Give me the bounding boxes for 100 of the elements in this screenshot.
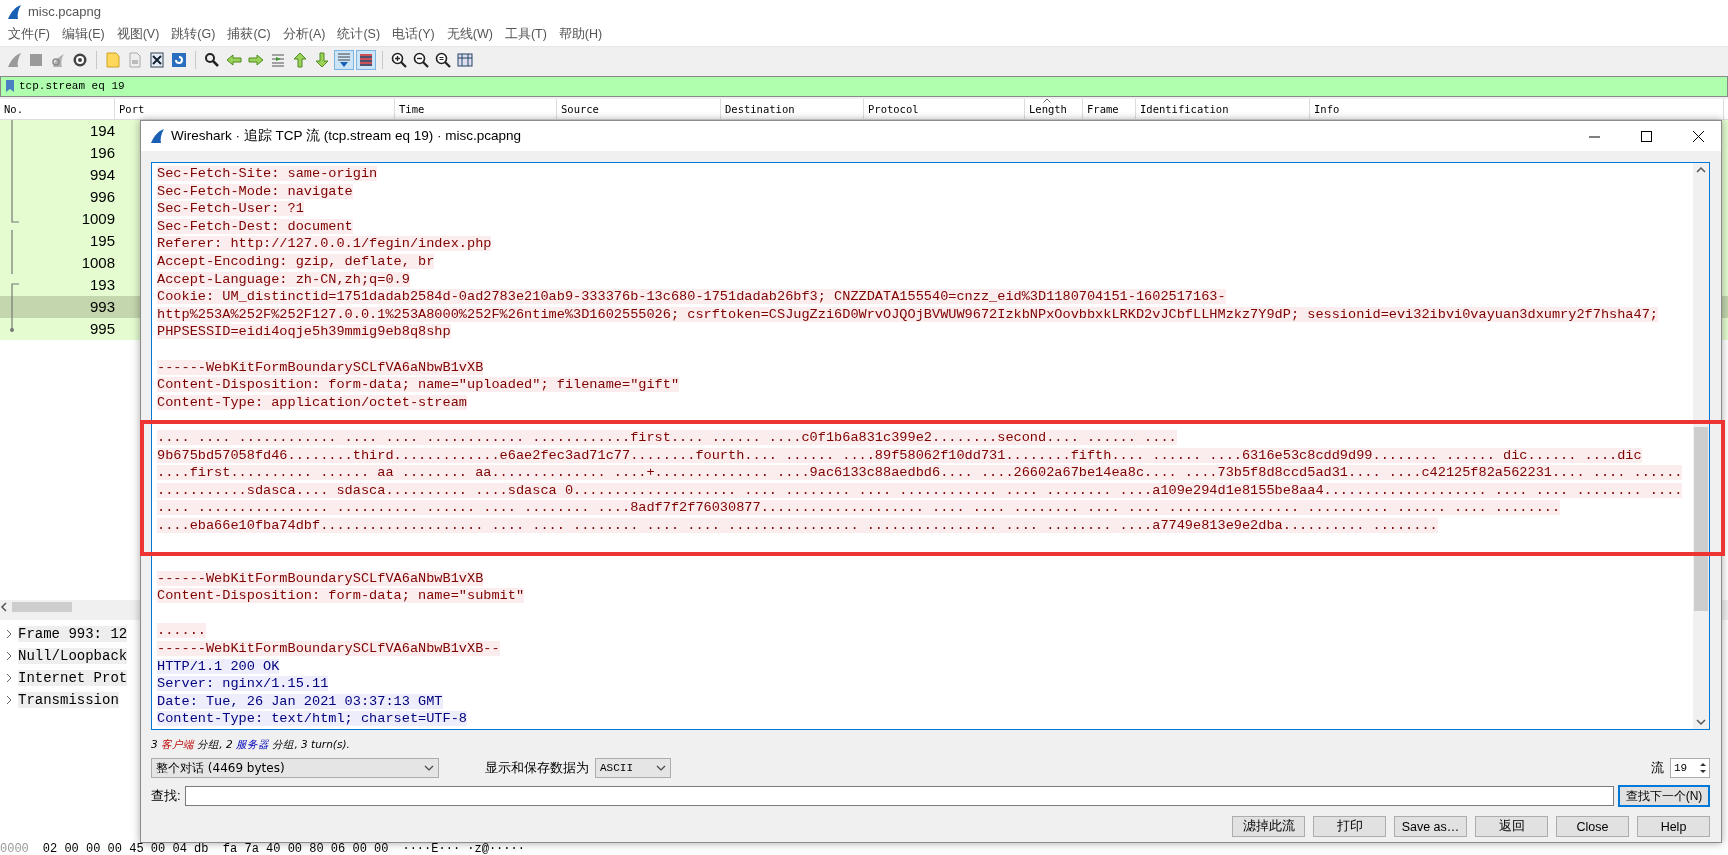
server-text: HTTP/1.1 200 OK bbox=[157, 658, 280, 674]
detail-item[interactable]: Null/Loopback bbox=[18, 648, 128, 665]
menu-item[interactable]: 捕获(C) bbox=[221, 26, 277, 44]
autoscroll-icon bbox=[336, 51, 352, 68]
fin-icon bbox=[149, 128, 165, 144]
server-text: Content-Type: text/html; charset=UTF-8 bbox=[157, 711, 467, 727]
caret-icon bbox=[656, 764, 666, 772]
client-text: Cookie: UM_distinctid=1751dadab2584d-0ad2783e210ab9-333376b-13c680-1751dadab26bf3; CNZZDATA155540=cnzz_eid%3D1180704151-1602517163- bbox=[157, 289, 1226, 305]
window-title: misc.pcapng bbox=[28, 4, 101, 20]
client-text: 9b675bd57058fd46........third.............e6ae2fec3ad71c77........fourth.... ...... ....89f58062f10dd731........fifth.... ...... ....6316e53c8cdd9d99........ ...... dic...... ....dic bbox=[157, 447, 1642, 463]
detail-item[interactable]: Frame 993: 12 bbox=[18, 626, 128, 643]
dialog-title: Wireshark · 追踪 TCP 流 (tcp.stream eq 19) · misc.pcapng bbox=[171, 127, 523, 145]
vertical-scrollbar[interactable] bbox=[1693, 163, 1709, 729]
client-text: Accept-Encoding: gzip, deflate, br bbox=[157, 253, 435, 269]
bookmark-icon bbox=[5, 79, 15, 94]
client-text: ....first.......... ...... aa ........ aa.............. ....+.............. ....9ac6133c88aedbd6.... ....26602a67be14ea8c.... ....73b5f8d8ccd5ad31.... ....c42125f82a562231.... .... ...... bbox=[157, 465, 1683, 481]
find-field[interactable] bbox=[184, 786, 1614, 806]
filter-field[interactable]: tcp.stream eq 19 bbox=[19, 80, 1727, 93]
packet-number: 195 bbox=[88, 232, 115, 250]
close-icon bbox=[1692, 130, 1704, 142]
server-text: Server: nginx/1.15.11 bbox=[157, 676, 329, 692]
caret-icon bbox=[424, 764, 434, 772]
restart-icon bbox=[50, 51, 66, 68]
maximize-icon bbox=[1640, 130, 1652, 142]
folder-icon bbox=[105, 51, 121, 68]
client-text: Content-Type: application/octet-stream bbox=[157, 394, 467, 410]
close-file-icon bbox=[149, 51, 165, 68]
zoom-out-icon bbox=[413, 51, 429, 68]
file-icon bbox=[127, 51, 143, 68]
menu-item[interactable]: 电话(Y) bbox=[386, 26, 441, 44]
hex-bytes: 02 00 00 00 45 00 04 db fa 7a 40 00 80 06 00 00 bbox=[42, 843, 389, 855]
menu-item[interactable]: 工具(T) bbox=[498, 26, 553, 44]
dialog-button[interactable]: Save as… bbox=[1394, 816, 1467, 837]
client-text: Sec-Fetch-Mode: navigate bbox=[157, 183, 353, 199]
conversation-dropdown[interactable]: 整个对话 (4469 bytes) bbox=[151, 758, 439, 778]
detail-item[interactable]: Transmission bbox=[18, 692, 119, 709]
dialog-button[interactable]: Close bbox=[1556, 816, 1629, 837]
menu-item[interactable]: 编辑(E) bbox=[55, 26, 111, 44]
client-text: ------WebKitFormBoundarySCLfVA6aNbwB1vXB bbox=[157, 359, 484, 375]
fin-icon bbox=[6, 51, 22, 68]
scrollbar-thumb[interactable] bbox=[12, 602, 72, 613]
packet-number: 193 bbox=[88, 276, 115, 294]
colorize-icon bbox=[358, 51, 374, 68]
menu-item[interactable]: 分析(A) bbox=[276, 26, 332, 44]
packet-number: 194 bbox=[88, 122, 115, 140]
format-dropdown[interactable]: ASCII bbox=[595, 758, 671, 778]
stream-label: 流 bbox=[1651, 759, 1664, 777]
detail-item[interactable]: Internet Prot bbox=[18, 670, 128, 687]
close-file-button[interactable] bbox=[147, 49, 167, 70]
dialog-button[interactable]: 滤掉此流 bbox=[1232, 816, 1305, 837]
format-label: 显示和保存数据为 bbox=[485, 759, 589, 777]
find-label: 查找: bbox=[151, 787, 181, 805]
dialog-button[interactable]: 返回 bbox=[1475, 816, 1548, 837]
resize-columns-icon bbox=[457, 51, 473, 68]
search-icon bbox=[204, 51, 220, 68]
packet-number: 993 bbox=[88, 298, 115, 316]
dialog-button[interactable]: Help bbox=[1637, 816, 1710, 837]
client-text: PHPSESSID=eidi4oqje5h39mmig9eb8q8shp bbox=[157, 324, 451, 340]
filter-bar[interactable]: tcp.stream eq 19 bbox=[0, 75, 1728, 97]
up-arrow-icon bbox=[292, 51, 308, 68]
zoom-reset-icon bbox=[435, 51, 451, 68]
server-text: Date: Tue, 26 Jan 2021 03:37:13 GMT bbox=[157, 693, 443, 709]
byte-offset: 0000 bbox=[0, 843, 29, 855]
packet-number: 1009 bbox=[80, 210, 115, 228]
client-text: ------WebKitFormBoundarySCLfVA6aNbwB1vXB bbox=[157, 570, 484, 586]
packet-number: 996 bbox=[88, 188, 115, 206]
menu-item[interactable]: 跳转(G) bbox=[165, 26, 222, 44]
gear-icon bbox=[72, 51, 88, 68]
left-arrow-icon bbox=[226, 51, 242, 68]
client-text: Referer: http://127.0.0.1/fegin/index.php bbox=[157, 236, 492, 252]
stop-icon bbox=[28, 51, 44, 68]
client-text: http%253A%252F%252F127.0.0.1%253A8000%252F%26ntime%3D1602555026; csrftoken=CSJugZzi6D0WrvOJQOjBVWUW9672IzkbNPxOovbbxkLRKD2vJCbfLLHMzkz7Y9dP; sessionid=evi32ibvi0vayuan3dxumry2f7hsha47; bbox=[157, 306, 1658, 322]
client-text: Sec-Fetch-Site: same-origin bbox=[157, 166, 378, 181]
menu-item[interactable]: 文件(F) bbox=[2, 26, 56, 44]
client-text: .... ................ .......... ...... .... ........ ....8adf7f2f76030877.................... .... .... ........ .... .... ................ .......... ...... .... ........ bbox=[157, 500, 1561, 516]
client-text: Accept-Language: zh-CN,zh;q=0.9 bbox=[157, 271, 410, 287]
colorize-button[interactable] bbox=[356, 49, 376, 70]
autoscroll-button[interactable] bbox=[334, 49, 354, 70]
client-text: Sec-Fetch-Dest: document bbox=[157, 218, 353, 234]
right-arrow-icon bbox=[248, 51, 264, 68]
client-text: ...... bbox=[157, 623, 206, 639]
menu-item[interactable]: 帮助(H) bbox=[552, 26, 609, 44]
client-text: Sec-Fetch-User: ?1 bbox=[157, 201, 304, 217]
client-text: .... .... ............ .... .... ............ ............first.... ...... ....c0f1b6a831c399e2........second.... ...... .... bbox=[157, 429, 1177, 445]
menu-item[interactable]: 统计(S) bbox=[331, 26, 387, 44]
packet-number: 1008 bbox=[80, 254, 115, 272]
menu-item[interactable]: 视图(V) bbox=[110, 26, 166, 44]
dialog-button[interactable]: 打印 bbox=[1313, 816, 1386, 837]
packet-number: 994 bbox=[88, 166, 115, 184]
zoom-in-icon bbox=[391, 51, 407, 68]
stream-text-area[interactable] bbox=[151, 162, 1710, 730]
menu-item[interactable]: 无线(W) bbox=[440, 26, 499, 44]
stream-spinbox[interactable]: 19 bbox=[1670, 758, 1710, 778]
find-next-button[interactable]: 查找下一个(N) bbox=[1618, 785, 1710, 807]
packet-number: 196 bbox=[88, 144, 115, 162]
client-text: ------WebKitFormBoundarySCLfVA6aNbwB1vXB-- bbox=[157, 641, 500, 657]
fin-icon bbox=[6, 4, 22, 20]
jump-icon bbox=[270, 51, 286, 68]
client-text: Content-Disposition: form-data; name="uploaded"; filename="gift" bbox=[157, 377, 680, 393]
client-text: ....eba66e10fba74dbf.................... .... .... ........ .... .... ................ ................ .... ........ ....a7749e813e9e2dba.......... ........ bbox=[157, 517, 1438, 533]
